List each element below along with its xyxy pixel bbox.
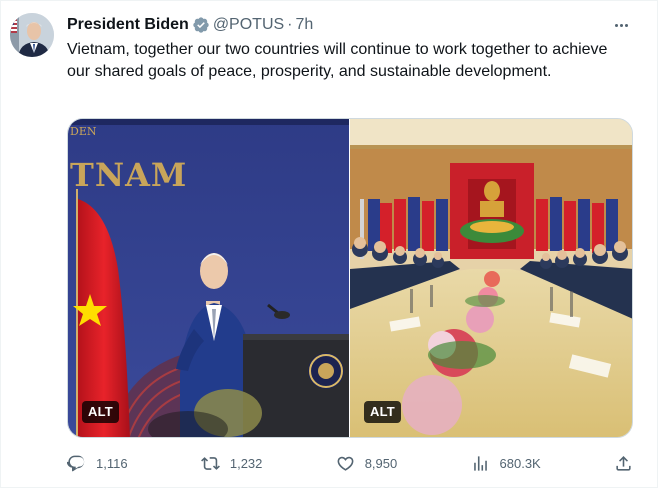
like-icon xyxy=(337,456,354,471)
tweet-actions-bar: 1,116 1,232 8,950 680.3K xyxy=(67,451,633,475)
more-dot-icon xyxy=(619,23,623,27)
avatar-image xyxy=(10,13,54,57)
meeting-photo-image xyxy=(350,119,632,437)
tweet-header: President Biden @POTUS · 7h xyxy=(67,15,313,35)
more-dot-icon xyxy=(614,23,618,27)
reply-icon xyxy=(67,455,85,471)
author-avatar[interactable] xyxy=(10,13,54,57)
tweet-timestamp[interactable]: 7h xyxy=(296,16,314,34)
tweet-text: Vietnam, together our two countries will… xyxy=(67,41,608,80)
views-icon xyxy=(473,455,487,471)
media-grid: DEN TNAM ALT ALT xyxy=(67,118,633,438)
author-name[interactable]: President Biden xyxy=(67,16,189,34)
reply-count: 1,116 xyxy=(96,455,128,471)
sign-text-main: TNAM xyxy=(70,156,187,194)
alt-text-badge[interactable]: ALT xyxy=(364,401,401,423)
photo-podium[interactable]: DEN TNAM ALT xyxy=(68,119,349,437)
alt-text-badge[interactable]: ALT xyxy=(82,401,119,423)
repost-button[interactable]: 1,232 xyxy=(200,454,263,473)
photo-meeting[interactable]: ALT xyxy=(350,119,632,437)
more-dot-icon xyxy=(624,23,628,27)
separator-dot: · xyxy=(287,16,293,33)
share-icon xyxy=(616,455,631,471)
more-options-button[interactable] xyxy=(611,15,631,35)
share-button[interactable] xyxy=(614,454,633,473)
repost-icon xyxy=(200,456,220,470)
tweet[interactable]: President Biden @POTUS · 7h Vietnam, tog… xyxy=(0,0,658,488)
like-count: 8,950 xyxy=(364,455,398,471)
podium-photo-image: DEN TNAM xyxy=(68,119,349,437)
verified-badge-icon[interactable] xyxy=(192,16,210,34)
repost-count: 1,232 xyxy=(229,455,263,471)
view-count: 680.3K xyxy=(499,455,541,471)
author-handle[interactable]: @POTUS xyxy=(213,16,284,34)
like-button[interactable]: 8,950 xyxy=(336,454,398,473)
sign-text-top: DEN xyxy=(70,125,97,138)
views-button[interactable]: 680.3K xyxy=(471,454,541,473)
reply-button[interactable]: 1,116 xyxy=(67,454,128,473)
